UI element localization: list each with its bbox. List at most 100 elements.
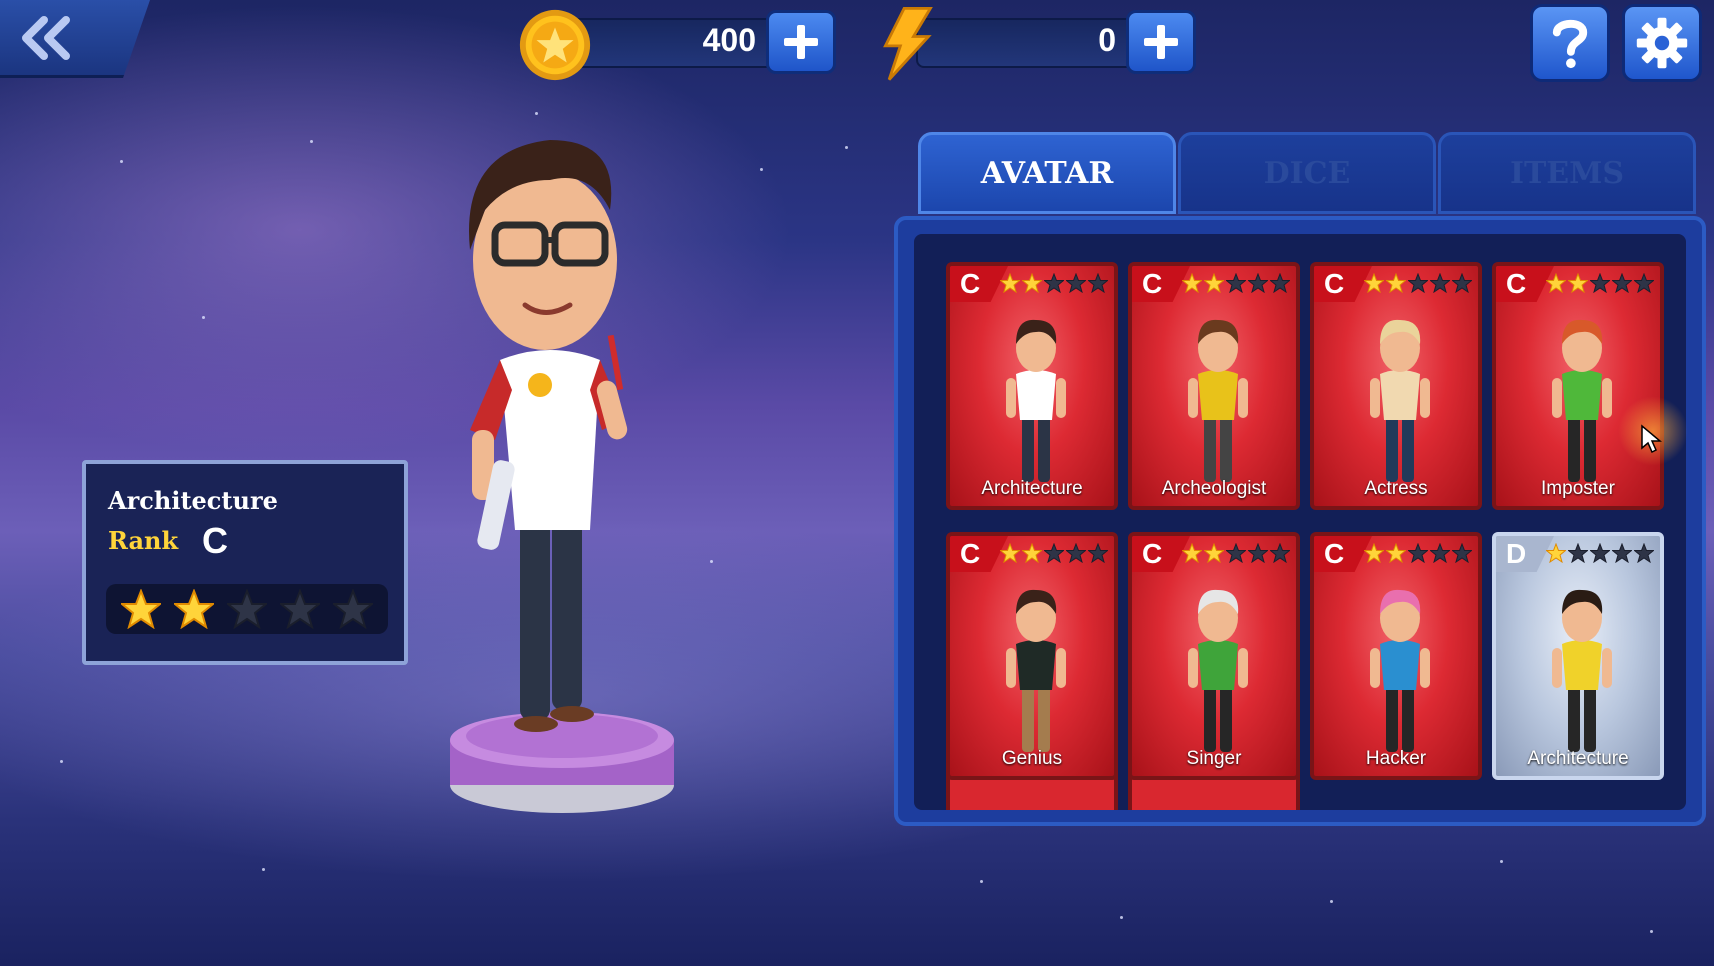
tab-avatar[interactable]: AVATAR — [918, 132, 1176, 214]
star-empty-icon — [1066, 273, 1086, 293]
card-name: Architecture — [1527, 748, 1629, 769]
star-empty-icon — [1408, 543, 1428, 563]
card-star-rating — [1546, 273, 1654, 293]
tab-dice[interactable]: DICE — [1178, 132, 1436, 214]
avatar-figure-image — [1188, 589, 1248, 752]
card-star-rating — [1182, 543, 1290, 563]
card-name: Genius — [1001, 748, 1063, 769]
star-empty-icon — [1088, 543, 1108, 563]
star-empty-icon — [1590, 543, 1610, 563]
card-star-rating — [1000, 543, 1108, 563]
avatar-figure-image — [1370, 589, 1430, 752]
card-rank: C — [1324, 268, 1345, 299]
avatar-figure-image — [1552, 319, 1612, 482]
star-filled-icon — [1568, 273, 1588, 293]
card-rank: C — [1142, 538, 1163, 569]
star-empty-icon — [1248, 273, 1268, 293]
coin-icon — [519, 9, 591, 81]
avatar-3d-preview — [450, 140, 674, 813]
avatar-figure-image — [1370, 319, 1430, 482]
star-empty-icon — [1452, 273, 1472, 293]
rank-value: C — [202, 520, 228, 561]
avatar-card[interactable]: C Genius — [946, 532, 1118, 780]
star-filled-icon — [1546, 543, 1566, 563]
star-filled-icon — [1022, 273, 1042, 293]
avatar-figure-image — [1552, 589, 1612, 752]
cursor-icon — [1641, 424, 1662, 454]
card-rank: D — [1506, 538, 1527, 569]
add-coins-button[interactable] — [766, 10, 836, 74]
star-empty-icon — [1568, 543, 1588, 563]
card-name: Hacker — [1365, 748, 1427, 769]
rank-label: Rank — [108, 526, 179, 555]
help-button[interactable] — [1530, 4, 1610, 82]
star-empty-icon — [1634, 543, 1654, 563]
tab-items[interactable]: ITEMS — [1438, 132, 1696, 214]
avatar-grid[interactable]: C Architecture C Archeologist C Actress C Impos… — [914, 234, 1686, 810]
card-rank: C — [960, 538, 981, 569]
star-empty-icon — [1430, 543, 1450, 563]
selected-avatar-panel: Architecture Rank C — [82, 460, 408, 665]
star-empty-icon — [1226, 543, 1246, 563]
card-star-rating — [1182, 273, 1290, 293]
star-empty-icon — [1270, 273, 1290, 293]
star-empty-icon — [1044, 273, 1064, 293]
avatar-card[interactable]: C Singer — [1128, 532, 1300, 780]
star-filled-icon — [1182, 273, 1202, 293]
back-arrows-icon — [22, 15, 70, 60]
selected-avatar-name: Architecture — [108, 486, 278, 515]
star-empty-icon — [333, 589, 374, 629]
coin-value: 400 — [702, 22, 756, 58]
star-empty-icon — [1226, 273, 1246, 293]
avatar-card[interactable]: C Architecture — [946, 262, 1118, 510]
star-empty-icon — [1634, 273, 1654, 293]
star-empty-icon — [1270, 543, 1290, 563]
star-filled-icon — [1022, 543, 1042, 563]
card-rank: C — [960, 268, 981, 299]
avatar-card[interactable]: C Actress — [1310, 262, 1482, 510]
card-star-rating — [1546, 543, 1654, 563]
avatar-card[interactable]: C Archeologist — [1128, 262, 1300, 510]
star-empty-icon — [1248, 543, 1268, 563]
star-filled-icon — [1204, 273, 1224, 293]
star-filled-icon — [1546, 273, 1566, 293]
card-name: Archeologist — [1161, 478, 1267, 499]
tab-dice-label: DICE — [1263, 155, 1351, 191]
star-empty-icon — [1430, 273, 1450, 293]
star-filled-icon — [1000, 543, 1020, 563]
star-filled-icon — [173, 589, 214, 629]
avatar-card[interactable]: D Architecture — [1492, 532, 1664, 780]
settings-button[interactable] — [1622, 4, 1702, 82]
lightning-icon — [883, 6, 933, 81]
energy-counter: 0 — [876, 6, 1200, 81]
star-filled-icon — [1364, 273, 1384, 293]
star-empty-icon — [1612, 273, 1632, 293]
add-energy-button[interactable] — [1126, 10, 1196, 74]
card-rank: C — [1324, 538, 1345, 569]
star-filled-icon — [120, 589, 161, 629]
gear-icon — [1636, 17, 1688, 69]
star-empty-icon — [1452, 543, 1472, 563]
card-star-rating — [1364, 543, 1472, 563]
avatar-card[interactable]: C Hacker — [1310, 532, 1482, 780]
star-empty-icon — [1044, 543, 1064, 563]
tab-items-label: ITEMS — [1509, 155, 1625, 191]
avatar-figure-image — [1006, 589, 1066, 752]
star-filled-icon — [1182, 543, 1202, 563]
avatar-figure-image — [1188, 319, 1248, 482]
avatar-card[interactable]: C Imposter — [1492, 262, 1664, 510]
star-filled-icon — [1000, 273, 1020, 293]
star-filled-icon — [1364, 543, 1384, 563]
star-empty-icon — [226, 589, 267, 629]
star-filled-icon — [1386, 273, 1406, 293]
plus-icon — [1144, 25, 1178, 59]
star-empty-icon — [1408, 273, 1428, 293]
energy-value: 0 — [1098, 22, 1116, 58]
back-button[interactable] — [0, 0, 150, 78]
card-name: Singer — [1186, 748, 1242, 769]
card-star-rating — [1364, 273, 1472, 293]
avatar-grid-panel: C Architecture C Archeologist C Actress C Impos… — [894, 216, 1706, 826]
star-empty-icon — [1612, 543, 1632, 563]
star-empty-icon — [1066, 543, 1086, 563]
star-empty-icon — [280, 589, 321, 629]
